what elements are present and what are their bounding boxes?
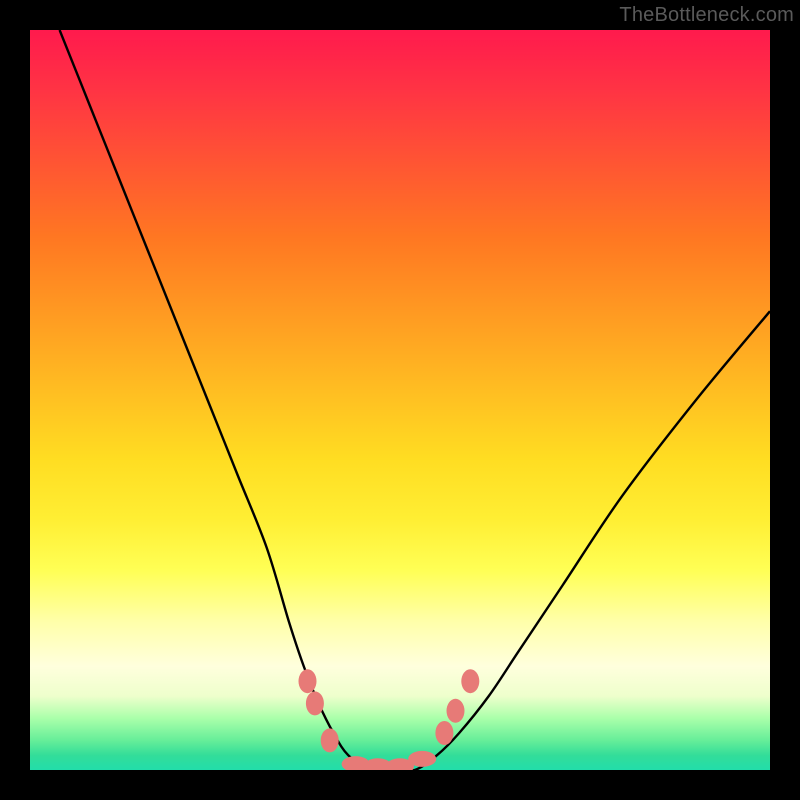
plot-area: [30, 30, 770, 770]
chart-frame: TheBottleneck.com: [0, 0, 800, 800]
curve-svg: [30, 30, 770, 770]
marker-dot: [299, 669, 317, 693]
marker-dot: [321, 728, 339, 752]
marker-dot: [408, 751, 436, 767]
marker-dot: [435, 721, 453, 745]
marker-dot: [447, 699, 465, 723]
marker-dot: [306, 691, 324, 715]
bottleneck-curve: [60, 30, 770, 770]
attribution-label: TheBottleneck.com: [619, 4, 794, 27]
marker-dot: [461, 669, 479, 693]
